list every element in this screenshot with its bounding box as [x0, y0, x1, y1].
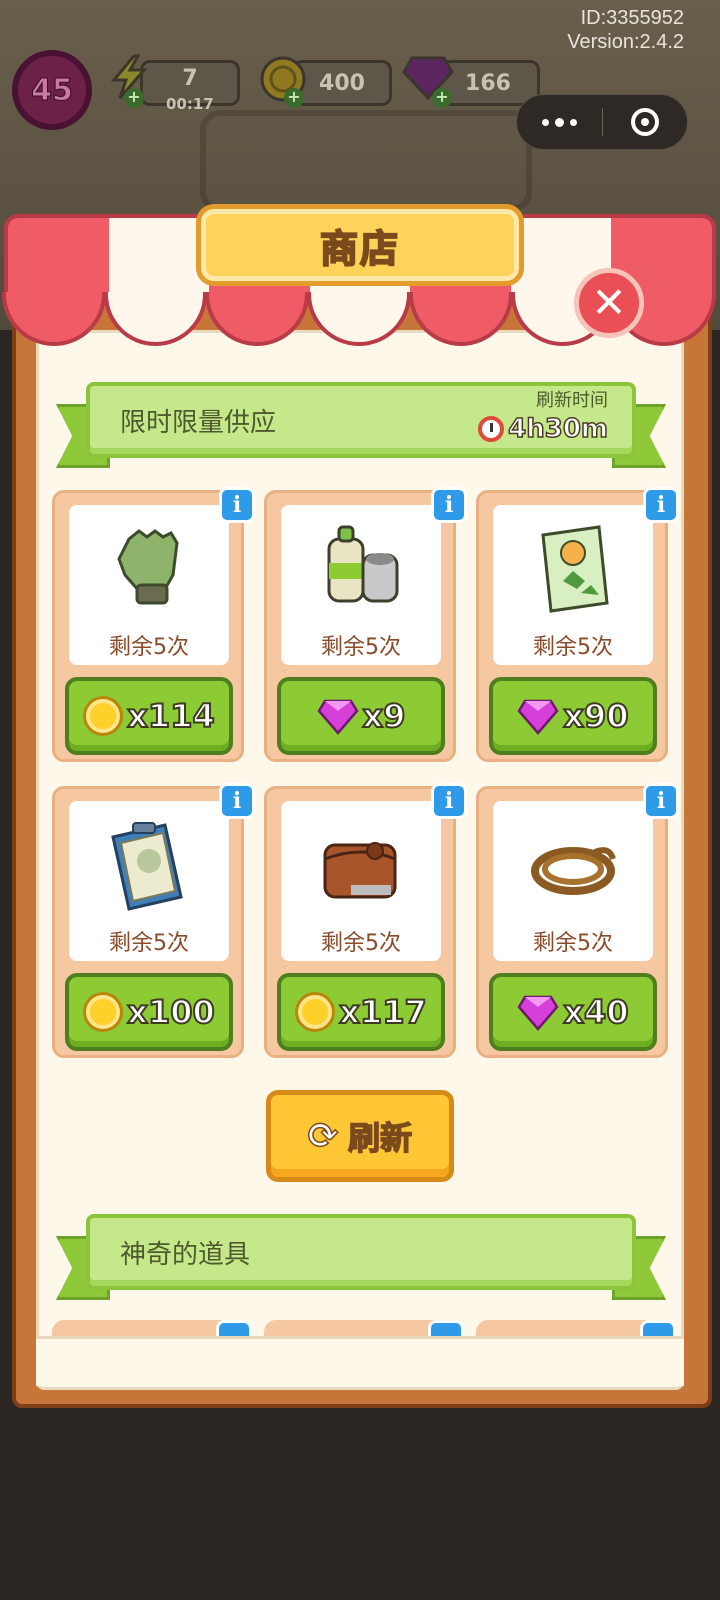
energy-value: 7: [182, 65, 198, 91]
spray-bottles-icon: [327, 525, 399, 603]
gem-value: 166: [465, 70, 511, 96]
coin-icon: [83, 696, 124, 736]
refresh-time-value: 4h30m: [507, 413, 608, 445]
section-limited-supply: 限时限量供应 刷新时间 4h30m: [56, 382, 666, 470]
scroll-fade: [36, 1336, 684, 1386]
more-menu-button[interactable]: [517, 94, 602, 150]
refresh-time-caption: 刷新时间: [536, 390, 608, 411]
info-icon[interactable]: i: [643, 487, 679, 523]
section-magic-items: 神奇的道具: [56, 1214, 666, 1302]
buy-button[interactable]: x117: [277, 973, 445, 1051]
shop-item-card[interactable]: 剩余5次 x114 i: [52, 487, 255, 762]
info-icon[interactable]: i: [219, 487, 255, 523]
gem-icon: [517, 699, 559, 735]
info-icon[interactable]: i: [431, 487, 467, 523]
player-id: ID:3355952: [580, 7, 684, 29]
buy-button[interactable]: x40: [489, 973, 657, 1051]
level-number: 45: [31, 72, 74, 108]
build-info: ID:3355952 Version:2.4.2: [567, 6, 684, 54]
info-icon[interactable]: i: [219, 783, 255, 819]
section-title: 神奇的道具: [120, 1240, 251, 1270]
shop-item-card[interactable]: 剩余5次 x9 i: [264, 487, 467, 762]
remaining-count: 剩余5次: [109, 931, 189, 956]
section-title: 限时限量供应: [120, 408, 277, 438]
price: x117: [338, 992, 427, 1032]
add-energy-icon[interactable]: +: [124, 88, 144, 108]
target-icon: [630, 108, 659, 136]
remaining-count: 剩余5次: [533, 635, 613, 660]
gem-icon: [317, 699, 359, 735]
add-coins-icon[interactable]: +: [284, 88, 304, 108]
coin-icon: [295, 992, 336, 1032]
buy-button[interactable]: x114: [65, 677, 233, 755]
shop-item-card[interactable]: 剩余5次 x40 i: [476, 783, 679, 1058]
buy-button[interactable]: x90: [489, 677, 657, 755]
energy-timer: 00:17: [166, 95, 214, 113]
price: x100: [126, 992, 215, 1032]
coin-icon: [83, 992, 124, 1032]
clipboard-icon: [111, 822, 183, 911]
glove-icon: [117, 529, 179, 605]
price: x40: [562, 992, 629, 1032]
refresh-button[interactable]: ⟳ 刷新: [266, 1090, 454, 1182]
version-label: Version:2.4.2: [567, 31, 684, 53]
shop-title: 商店: [319, 226, 400, 272]
shop-item-card[interactable]: 剩余5次 x117 i: [264, 783, 467, 1058]
rope-icon: [531, 847, 616, 895]
close-miniprogram-button[interactable]: [603, 94, 687, 150]
add-gems-icon[interactable]: +: [432, 88, 452, 108]
wallet-icon: [323, 842, 397, 899]
remaining-count: 剩余5次: [533, 931, 613, 956]
level-badge[interactable]: 45: [12, 50, 92, 130]
buy-button[interactable]: x100: [65, 973, 233, 1051]
gem-icon: [517, 995, 559, 1031]
miniprogram-capsule: [516, 94, 688, 150]
remaining-count: 剩余5次: [321, 635, 401, 660]
price: x114: [126, 696, 215, 736]
shop-title-plate: 商店: [196, 204, 524, 286]
remaining-count: 剩余5次: [321, 931, 401, 956]
coin-value: 400: [319, 70, 365, 96]
refresh-timer: 刷新时间 4h30m: [478, 386, 609, 445]
seed-packet-icon: [541, 525, 609, 613]
shop-item-card[interactable]: 剩余5次 x90 i: [476, 487, 679, 762]
buy-button[interactable]: x9: [277, 677, 445, 755]
info-icon[interactable]: i: [643, 783, 679, 819]
info-icon[interactable]: i: [431, 783, 467, 819]
price: x9: [362, 696, 407, 736]
remaining-count: 剩余5次: [109, 635, 189, 660]
refresh-label: 刷新: [347, 1118, 413, 1158]
refresh-icon: ⟳: [307, 1115, 339, 1158]
clock-icon: [478, 416, 505, 442]
price: x90: [562, 696, 629, 736]
shop-item-card[interactable]: 剩余5次 x100 i: [52, 783, 255, 1058]
close-button[interactable]: ✕: [574, 268, 644, 338]
